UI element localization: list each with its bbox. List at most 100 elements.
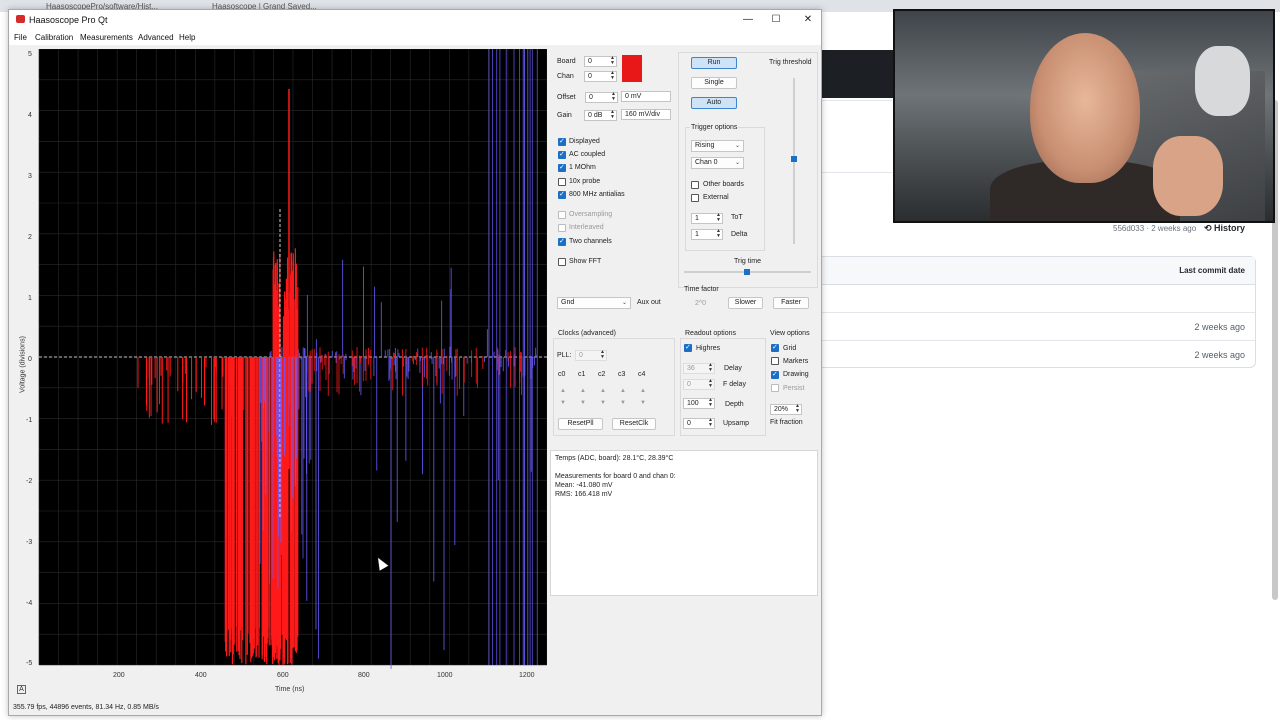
- measurements-readout[interactable]: Temps (ADC, board): 28.1°C, 28.39°C Meas…: [550, 450, 818, 596]
- spin-arrows-icon[interactable]: ▲ ▼: [708, 398, 713, 408]
- spin-arrows-icon[interactable]: ▲ ▼: [795, 404, 800, 414]
- upsamp-spinbox[interactable]: 0 ▲ ▼: [683, 418, 715, 429]
- spin-arrows-icon[interactable]: ▲ ▼: [708, 379, 713, 389]
- app-icon: [16, 15, 25, 23]
- delta-spinbox[interactable]: 1 ▲ ▼: [691, 229, 723, 240]
- slider-handle[interactable]: [791, 156, 797, 162]
- offset-spinbox[interactable]: 0 ▲ ▼: [585, 92, 618, 103]
- slower-button[interactable]: Slower: [728, 297, 763, 309]
- spin-arrows-icon[interactable]: ▲ ▼: [716, 229, 721, 239]
- displayed-checkbox[interactable]: [558, 137, 566, 146]
- phase-up-arrow-icon[interactable]: ▲ ▼: [640, 385, 646, 409]
- pll-spinbox[interactable]: 0 ▲ ▼: [575, 350, 607, 361]
- reset-pll-button[interactable]: ResetPll: [558, 418, 603, 430]
- antialias-checkbox[interactable]: [558, 190, 566, 199]
- channel-color-swatch[interactable]: [622, 55, 642, 82]
- other-boards-checkbox[interactable]: [691, 181, 699, 189]
- x-tick-label: 1000: [437, 672, 453, 679]
- reset-clk-button[interactable]: ResetClk: [612, 418, 656, 430]
- menu-calibration[interactable]: Calibration: [35, 33, 73, 42]
- chevron-down-icon: ⌄: [621, 300, 627, 306]
- two-channels-checkbox[interactable]: [558, 237, 566, 246]
- auto-button[interactable]: Auto: [691, 97, 737, 109]
- spin-arrows-icon[interactable]: ▲ ▼: [716, 213, 721, 223]
- spin-arrows-icon[interactable]: ▲ ▼: [600, 350, 605, 360]
- window-title: Haasoscope Pro Qt: [29, 15, 108, 25]
- page-header-band: [820, 50, 895, 98]
- minimize-button[interactable]: —: [733, 12, 763, 28]
- close-button[interactable]: ✕: [793, 12, 823, 28]
- highres-checkbox[interactable]: [684, 343, 692, 352]
- spin-arrows-icon[interactable]: ▲ ▼: [610, 110, 615, 120]
- faster-button[interactable]: Faster: [773, 297, 809, 309]
- phase-up-arrow-icon[interactable]: ▲ ▼: [580, 385, 586, 409]
- phase-up-arrow-icon[interactable]: ▲ ▼: [600, 385, 606, 409]
- history-link[interactable]: ⟲ History: [1204, 223, 1245, 234]
- delay-spinbox[interactable]: 36 ▲ ▼: [683, 363, 715, 374]
- menu-file[interactable]: File: [14, 33, 27, 42]
- file-table-header: Last commit date: [822, 257, 1255, 285]
- depth-spinbox[interactable]: 100 ▲ ▼: [683, 398, 715, 409]
- clocks-title: Clocks (advanced): [557, 330, 617, 337]
- table-row[interactable]: [822, 285, 1255, 313]
- 10x-probe-checkbox[interactable]: [558, 178, 566, 186]
- tot-spinbox[interactable]: 1 ▲ ▼: [691, 213, 723, 224]
- persist-checkbox[interactable]: [771, 384, 779, 392]
- interleaved-checkbox[interactable]: [558, 224, 566, 232]
- history-icon: ⟲: [1204, 223, 1215, 233]
- ac-coupled-checkbox[interactable]: [558, 150, 566, 159]
- phase-up-arrow-icon[interactable]: ▲ ▼: [560, 385, 566, 409]
- menu-help[interactable]: Help: [179, 33, 195, 42]
- phase-label: c4: [638, 371, 646, 378]
- tot-label: ToT: [731, 214, 743, 221]
- spin-arrows-icon[interactable]: ▲ ▼: [610, 71, 615, 81]
- table-row[interactable]: 2 weeks ago: [822, 313, 1255, 341]
- menu-advanced[interactable]: Advanced: [138, 33, 174, 42]
- trigger-edge-select[interactable]: Rising ⌄: [691, 140, 744, 152]
- run-button[interactable]: Run: [691, 57, 737, 69]
- markers-label: Markers: [783, 358, 809, 365]
- fit-fraction-spinbox[interactable]: 20% ▲ ▼: [770, 404, 802, 415]
- spin-arrows-icon[interactable]: ▲ ▼: [610, 56, 615, 66]
- fdelay-spinbox[interactable]: 0 ▲ ▼: [683, 379, 715, 390]
- latest-commit-text[interactable]: 556d033 · 2 weeks ago: [1113, 224, 1196, 233]
- rms-text: RMS: 166.418 mV: [555, 491, 613, 498]
- chan-label: Chan: [557, 73, 574, 80]
- oversampling-checkbox[interactable]: [558, 211, 566, 219]
- y-axis-label: Voltage (divisions): [19, 336, 27, 393]
- trigger-chan-select[interactable]: Chan 0 ⌄: [691, 157, 744, 169]
- single-button[interactable]: Single: [691, 77, 737, 89]
- measurements-title: Measurements for board 0 and chan 0:: [555, 473, 676, 480]
- view-options-title: View options: [770, 330, 810, 337]
- slider-handle[interactable]: [744, 269, 750, 275]
- maximize-button[interactable]: ☐: [761, 12, 791, 28]
- waveform-plot[interactable]: 5 4 3 2 1 0 -1 -2 -3 -4 -5 200 400 600 8…: [15, 49, 547, 695]
- delta-label: Delta: [731, 231, 748, 238]
- highres-label: Highres: [696, 345, 721, 352]
- board-spinbox[interactable]: 0 ▲ ▼: [584, 56, 617, 67]
- title-bar[interactable]: Haasoscope Pro Qt — ☐ ✕: [9, 10, 821, 30]
- drawing-checkbox[interactable]: [771, 370, 779, 379]
- phase-up-arrow-icon[interactable]: ▲ ▼: [620, 385, 626, 409]
- grid-checkbox[interactable]: [771, 343, 779, 352]
- spin-arrows-icon[interactable]: ▲ ▼: [611, 92, 616, 102]
- chan-spinbox[interactable]: 0 ▲ ▼: [584, 71, 617, 82]
- show-fft-label: Show FFT: [569, 258, 602, 265]
- menu-measurements[interactable]: Measurements: [80, 33, 133, 42]
- gain-spinbox[interactable]: 0 dB ▲ ▼: [584, 110, 617, 121]
- spin-arrows-icon[interactable]: ▲ ▼: [708, 363, 713, 373]
- displayed-label: Displayed: [569, 138, 600, 145]
- auto-range-button[interactable]: A: [17, 685, 26, 694]
- offset-readout: 0 mV: [621, 91, 671, 102]
- x-tick-label: 600: [277, 672, 289, 679]
- show-fft-checkbox[interactable]: [558, 258, 566, 266]
- aux-out-select[interactable]: Gnd ⌄: [557, 297, 631, 309]
- waveform-canvas[interactable]: [15, 49, 547, 679]
- markers-checkbox[interactable]: [771, 357, 779, 365]
- spin-arrows-icon[interactable]: ▲ ▼: [708, 418, 713, 428]
- external-checkbox[interactable]: [691, 194, 699, 202]
- table-row[interactable]: 2 weeks ago: [822, 341, 1255, 369]
- 1mohm-checkbox[interactable]: [558, 163, 566, 172]
- board-label: Board: [557, 58, 576, 65]
- temps-text: Temps (ADC, board): 28.1°C, 28.39°C: [555, 455, 674, 462]
